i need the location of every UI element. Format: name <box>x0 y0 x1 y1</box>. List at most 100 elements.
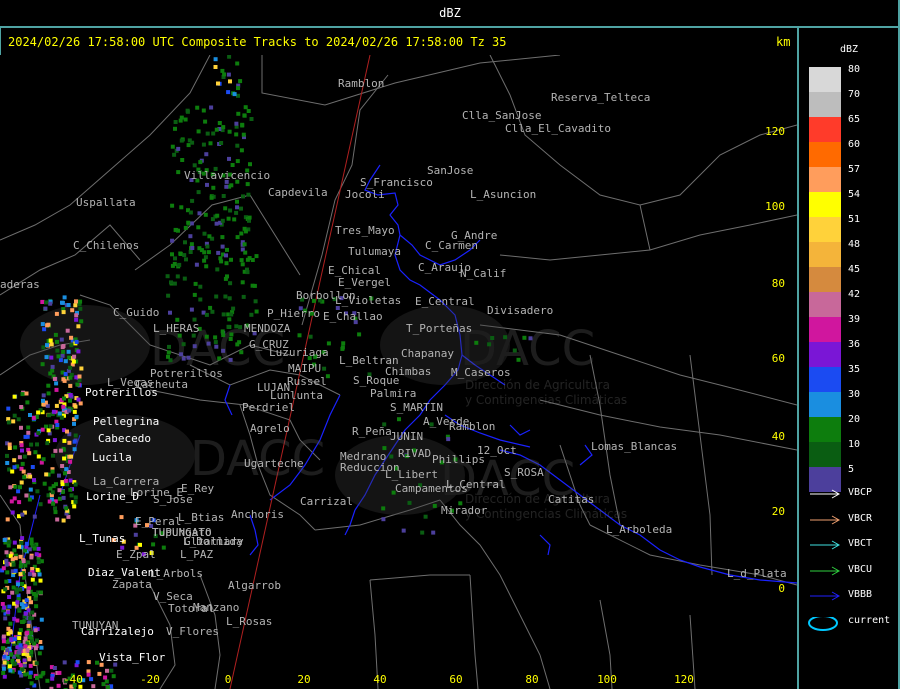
echo-cell <box>0 602 5 606</box>
echo-cell <box>55 517 60 522</box>
echo-cell <box>247 215 252 220</box>
place-label: E_Central <box>415 295 475 308</box>
echo-cell <box>50 368 55 373</box>
echo-cell <box>58 448 63 453</box>
echo-cell <box>221 312 226 317</box>
echo-cell <box>35 675 39 680</box>
place-label: Clla_SanJose <box>462 109 541 122</box>
echo-cell <box>11 419 16 424</box>
echo-cell <box>12 548 17 553</box>
echo-cell <box>243 250 248 255</box>
echo-cell <box>52 438 57 443</box>
x-tick-label: -20 <box>140 673 160 686</box>
legend-swatch <box>809 92 841 117</box>
echo-cell <box>10 590 15 595</box>
echo-cell <box>63 359 68 364</box>
echo-cell <box>239 350 244 355</box>
echo-cell <box>209 195 214 200</box>
echo-cell <box>252 283 257 288</box>
echo-cell <box>72 421 76 426</box>
echo-cell <box>503 335 508 340</box>
echo-cell <box>240 280 245 285</box>
echo-cell <box>196 190 201 195</box>
echo-cell <box>254 309 259 314</box>
legend-swatch <box>809 242 841 267</box>
echo-cell <box>197 211 202 216</box>
echo-cell <box>25 630 30 635</box>
echo-cell <box>20 461 25 466</box>
echo-cell <box>5 648 10 653</box>
legend-swatch <box>809 292 841 317</box>
legend-swatch <box>809 342 841 367</box>
echo-cell <box>54 403 59 408</box>
echo-cell <box>446 437 451 442</box>
echo-cell <box>1 566 6 571</box>
echo-cell <box>51 453 55 458</box>
echo-cell <box>210 217 215 222</box>
echo-cell <box>220 244 225 249</box>
echo-cell <box>528 336 533 341</box>
echo-cell <box>189 221 194 226</box>
legend-value: 42 <box>848 289 861 300</box>
top-bar: dBZ <box>0 0 900 28</box>
echo-cell <box>254 254 259 259</box>
echo-cell <box>189 307 194 312</box>
echo-cell <box>13 568 18 573</box>
echo-cell <box>86 672 91 677</box>
echo-cell <box>7 446 12 450</box>
place-label: L_Btias <box>178 511 224 524</box>
echo-cell <box>179 115 184 120</box>
echo-cell <box>41 345 46 350</box>
legend-title: dBZ <box>840 44 859 55</box>
echo-cell <box>51 501 56 506</box>
echo-cell <box>245 270 250 275</box>
legend-track-VBBB: VBBB <box>808 589 898 603</box>
echo-cell <box>34 552 39 557</box>
echo-cell <box>105 685 110 689</box>
echo-cell <box>33 450 38 455</box>
echo-cell <box>45 323 50 328</box>
echo-cell <box>216 81 220 86</box>
echo-cell <box>219 259 224 264</box>
echo-cell <box>68 393 73 397</box>
echo-cell <box>69 454 74 459</box>
echo-cell <box>32 514 37 519</box>
y-tick-label: 60 <box>772 352 785 365</box>
radar-map[interactable]: DACC DACC DACC DACC Dirección de Agricul… <box>0 55 797 689</box>
place-label: JUNIN <box>390 430 423 443</box>
echo-cell <box>186 220 191 225</box>
echo-cell <box>61 518 66 523</box>
echo-cell <box>249 312 254 317</box>
echo-cell <box>72 409 77 414</box>
x-tick-label: 80 <box>525 673 538 686</box>
echo-cell <box>29 442 34 447</box>
echo-cell <box>18 643 23 648</box>
echo-cell <box>45 678 50 683</box>
echo-cell <box>182 253 187 258</box>
echo-cell <box>48 486 53 491</box>
echo-cell <box>76 324 81 329</box>
echo-cell <box>103 675 108 680</box>
echo-cell <box>246 192 251 197</box>
echo-cell <box>50 364 55 369</box>
legend-swatch <box>809 167 841 192</box>
place-label: T_Porteñas <box>406 322 472 335</box>
echo-cell <box>20 582 25 586</box>
place-label: Clla_El_Cavadito <box>505 122 611 135</box>
echo-cell <box>228 281 233 286</box>
y-tick-label: 100 <box>765 200 785 213</box>
echo-cell <box>57 473 61 478</box>
echo-cell <box>40 322 45 327</box>
echo-cell <box>12 637 17 642</box>
echo-cell <box>12 496 17 501</box>
echo-cell <box>19 602 24 607</box>
echo-cell <box>27 635 32 640</box>
echo-cell <box>227 55 232 59</box>
echo-cell <box>192 163 197 168</box>
echo-cell <box>45 343 49 348</box>
place-label: C_Guido <box>113 306 159 319</box>
echo-cell <box>12 394 17 399</box>
y-tick-label: 0 <box>778 582 785 595</box>
track-arrow-icon <box>810 540 841 550</box>
legend-swatch <box>809 117 841 142</box>
